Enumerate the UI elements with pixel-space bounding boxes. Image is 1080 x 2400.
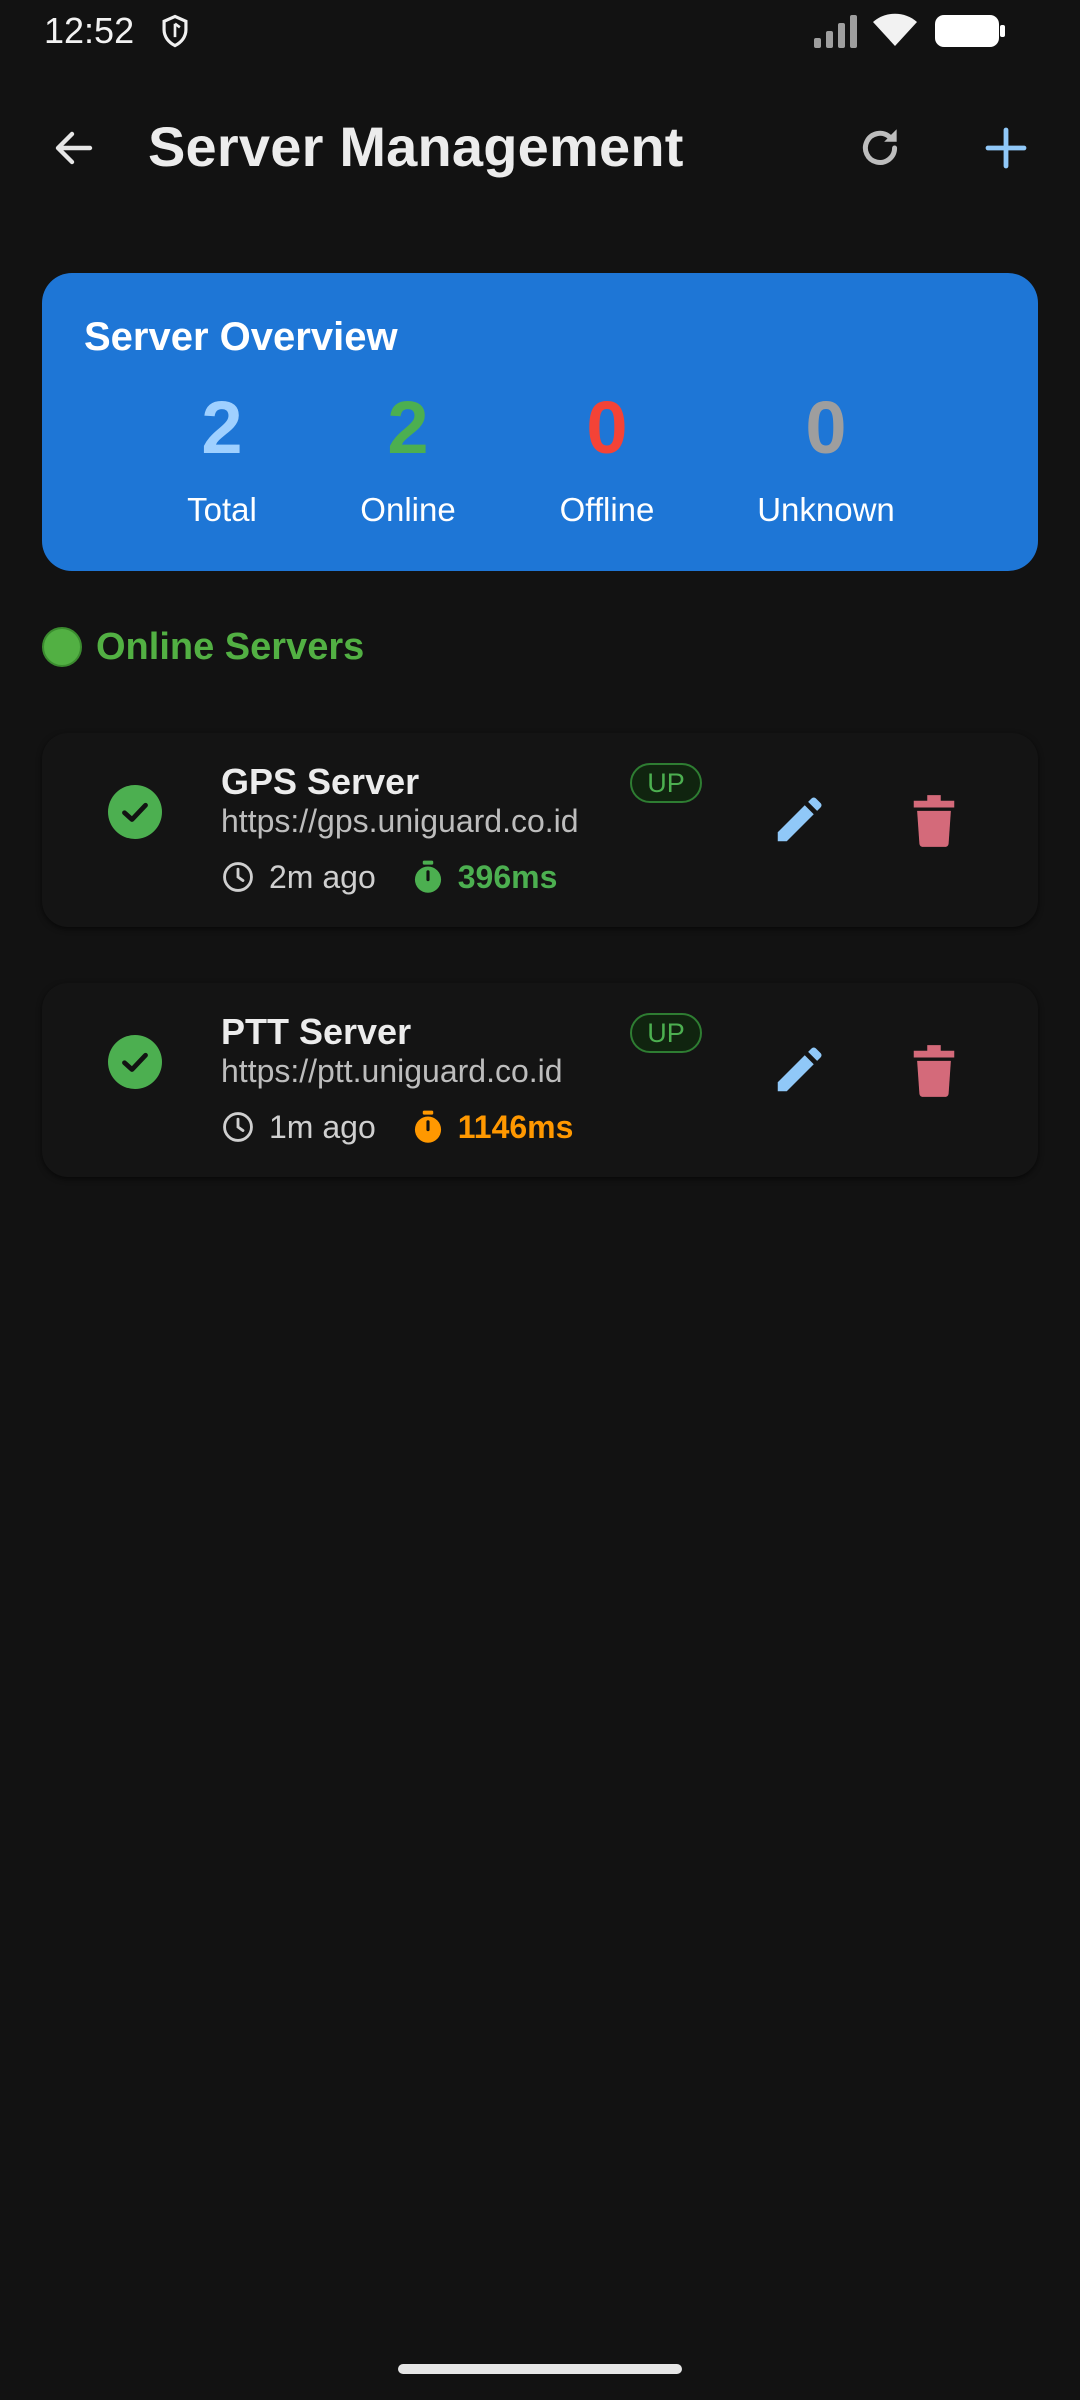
- timer-icon: [414, 860, 441, 893]
- status-bar: 12:52: [0, 0, 1080, 62]
- signal-icon: [814, 15, 857, 48]
- server-meta: 2m ago 396ms: [221, 857, 557, 897]
- server-overview-card: Server Overview 2 Total 2 Online 0 Offli…: [42, 273, 1038, 571]
- edit-button[interactable]: [762, 785, 834, 857]
- server-management-screen: 12:52 Server Management Server Overview …: [0, 0, 1080, 2400]
- timer-icon: [414, 1110, 441, 1143]
- trash-icon: [913, 1045, 955, 1097]
- stat-offline-value: 0: [586, 386, 628, 469]
- delete-button[interactable]: [898, 1035, 970, 1107]
- trash-icon: [913, 795, 955, 847]
- overview-title: Server Overview: [84, 315, 398, 359]
- battery-icon: [935, 15, 1005, 47]
- latency: 1146ms: [457, 1108, 574, 1145]
- stat-unknown-value: 0: [805, 386, 847, 469]
- refresh-icon: [863, 129, 898, 165]
- latency: 396ms: [457, 858, 558, 895]
- pencil-icon: [777, 797, 822, 842]
- server-url: https://gps.uniguard.co.id: [221, 803, 579, 839]
- clock-icon: [223, 1112, 253, 1142]
- stat-unknown: 0 Unknown: [726, 391, 926, 529]
- section-title: Online Servers: [96, 625, 365, 668]
- stat-online: 2 Online: [308, 391, 508, 529]
- server-name: GPS Server: [221, 761, 420, 802]
- stat-unknown-label: Unknown: [757, 491, 895, 528]
- status-time: 12:52: [44, 10, 135, 51]
- stat-total-label: Total: [187, 491, 257, 528]
- server-card[interactable]: GPS Server UP https://gps.uniguard.co.id…: [42, 733, 1038, 927]
- plus-icon: [985, 127, 1027, 169]
- server-meta: 1m ago 1146ms: [221, 1107, 573, 1147]
- last-checked: 1m ago: [269, 1108, 376, 1145]
- stat-total: 2 Total: [122, 391, 322, 529]
- server-url: https://ptt.uniguard.co.id: [221, 1053, 563, 1089]
- check-circle-icon: [108, 1035, 162, 1089]
- clock-icon: [223, 862, 253, 892]
- stat-total-value: 2: [201, 386, 243, 469]
- home-indicator[interactable]: [398, 2364, 682, 2374]
- refresh-button[interactable]: [844, 112, 916, 184]
- last-checked: 2m ago: [269, 858, 376, 895]
- green-circle-icon: [42, 627, 82, 667]
- delete-button[interactable]: [898, 785, 970, 857]
- app-bar: Server Management: [0, 90, 1080, 206]
- pencil-icon: [777, 1047, 822, 1092]
- stat-offline-label: Offline: [559, 491, 655, 528]
- online-servers-header: Online Servers: [42, 622, 364, 672]
- shield-icon: [162, 14, 188, 48]
- check-circle-icon: [108, 785, 162, 839]
- wifi-icon: [873, 13, 917, 46]
- edit-button[interactable]: [762, 1035, 834, 1107]
- stat-offline: 0 Offline: [507, 391, 707, 529]
- stat-online-label: Online: [360, 491, 456, 528]
- status-badge: UP: [630, 763, 702, 803]
- arrow-left-icon: [55, 131, 93, 165]
- page-title: Server Management: [148, 115, 684, 178]
- add-server-button[interactable]: [970, 112, 1042, 184]
- server-card[interactable]: PTT Server UP https://ptt.uniguard.co.id…: [42, 983, 1038, 1177]
- server-name: PTT Server: [221, 1011, 412, 1052]
- back-button[interactable]: [38, 112, 110, 184]
- stat-online-value: 2: [387, 386, 429, 469]
- status-badge: UP: [630, 1013, 702, 1053]
